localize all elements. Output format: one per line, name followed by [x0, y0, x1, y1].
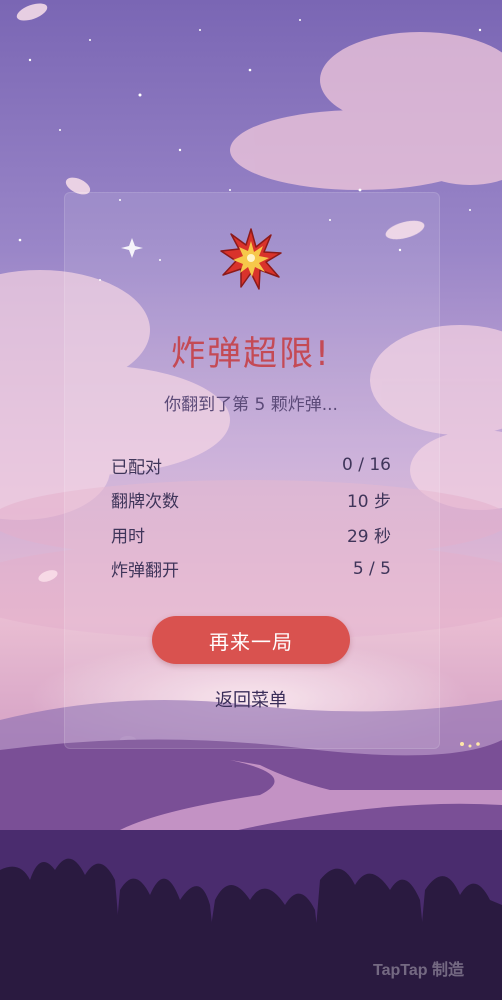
- result-title: 炸弹超限!: [171, 334, 331, 374]
- explosion-icon: [220, 228, 282, 290]
- stat-label: 炸弹翻开: [111, 561, 179, 582]
- stat-row-bombs: 炸弹翻开 5 / 5: [111, 552, 391, 587]
- stat-label: 用时: [111, 526, 145, 547]
- stat-label: 已配对: [111, 457, 162, 478]
- retry-button[interactable]: 再来一局: [152, 616, 350, 664]
- stat-value: 5 / 5: [352, 558, 391, 579]
- watermark: TapTap 制造: [373, 962, 464, 979]
- stat-value: 0 / 16: [342, 455, 391, 476]
- back-to-menu-link[interactable]: 返回菜单: [0, 686, 502, 712]
- stat-row-time: 用时 29 秒: [111, 517, 391, 552]
- stat-value: 29 秒: [346, 526, 391, 547]
- stats-list: 已配对 0 / 16 翻牌次数 10 步 用时 29 秒 炸弹翻开 5 / 5: [111, 448, 391, 586]
- stat-label: 翻牌次数: [111, 492, 179, 513]
- stat-row-flips: 翻牌次数 10 步: [111, 483, 391, 518]
- result-subtitle: 你翻到了第 5 颗炸弹...: [164, 395, 338, 415]
- stat-row-pairs: 已配对 0 / 16: [111, 448, 391, 483]
- stat-value: 10 步: [346, 492, 391, 513]
